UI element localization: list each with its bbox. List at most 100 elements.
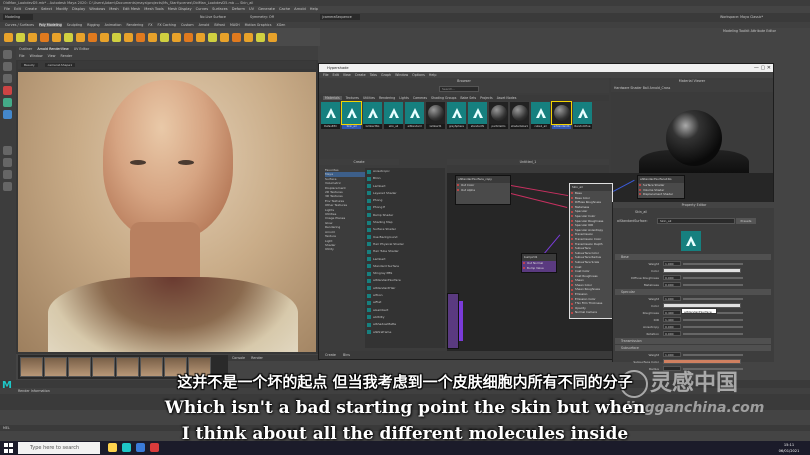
create-category[interactable]: Utility [325,247,365,251]
lasso-tool-icon[interactable] [3,62,12,71]
tab-create[interactable]: Create [325,353,336,357]
section-header-specular[interactable]: Specular [615,289,771,295]
material-swatch[interactable]: lambertSG [363,102,382,130]
menuset-dropdown[interactable]: Modeling [3,14,33,20]
section-header-transmission[interactable]: Transmission [615,338,771,344]
browser-tab[interactable]: Rendering [379,96,395,100]
shelf-tab[interactable]: Sculpting [67,23,82,27]
menu-create[interactable]: Create [25,7,37,11]
maya-taskbar-icon[interactable] [122,443,131,452]
shelf-tool-icon[interactable] [28,32,37,42]
shelf-tab[interactable]: FX Caching [157,23,176,27]
menu-surfaces[interactable]: Surfaces [212,7,228,11]
shelf-tool-icon[interactable] [160,32,169,42]
menu-render[interactable]: Render [61,54,73,58]
shelf-tool-icon[interactable] [232,32,241,42]
menu-windows[interactable]: Windows [89,7,105,11]
shader-item[interactable]: Phong E [365,204,445,211]
attr-slider[interactable] [683,319,743,321]
rotate-tool-icon[interactable] [3,98,12,107]
shading-group-node[interactable]: aiStandardSurface1SG Surface Shader Volu… [637,175,685,199]
tab-render[interactable]: Render [251,356,263,360]
shelf-tool-icon[interactable] [124,32,133,42]
symmetry-label[interactable]: Symmetry: Off [250,14,290,20]
presets-button[interactable]: Presets [736,218,756,224]
shader-item[interactable]: Anisotropic [365,168,445,175]
hs-menu-tabs[interactable]: Tabs [370,73,377,77]
layout-side-icon[interactable] [3,170,12,179]
paint-select-icon[interactable] [3,74,12,83]
layout-four-icon[interactable] [3,158,12,167]
attr-value-field[interactable]: 0.000 [663,275,681,280]
attr-value-field[interactable] [663,359,741,364]
hs-menu-help[interactable]: Help [429,73,437,77]
hs-menu-options[interactable]: Options [412,73,425,77]
shader-item[interactable]: aiToon [365,292,445,299]
shader-item[interactable]: aiFlat [365,299,445,306]
connection-wire[interactable] [613,179,635,192]
shelf-tool-icon[interactable] [136,32,145,42]
file-node[interactable]: aiStandardSurface_copy Out Color Out Alp… [455,175,511,205]
menu-mesh-tools[interactable]: Mesh Tools [144,7,163,11]
menu-generate[interactable]: Generate [258,7,275,11]
layout-outliner-icon[interactable] [3,182,12,191]
shelf-tool-icon[interactable] [88,32,97,42]
shader-item[interactable]: Ramp Shader [365,212,445,219]
material-swatch[interactable]: lambert1 [426,102,445,130]
workspace-label[interactable]: Workspace: Maya Classic* [720,14,800,20]
shelf-tool-icon[interactable] [52,32,61,42]
attr-slider[interactable] [683,263,743,265]
shelf-tool-icon[interactable] [184,32,193,42]
menu-window[interactable]: Window [30,54,43,58]
attr-slider[interactable] [683,333,743,335]
shader-item[interactable]: Layered Shader [365,190,445,197]
hs-menu-create[interactable]: Create [355,73,366,77]
menu-edit[interactable]: Edit [14,7,21,11]
shelf-tab[interactable]: Poly Modeling [38,23,62,27]
shader-item[interactable]: aiStandardSurface [365,277,445,284]
material-swatch[interactable]: aiStandardS [551,101,572,130]
attr-value-field[interactable]: 1.400 [663,317,681,322]
tab-skin-ail[interactable]: Skin_ail [635,209,665,215]
scale-tool-icon[interactable] [3,110,12,119]
shelf-tool-icon[interactable] [220,32,229,42]
camera-dropdown[interactable]: camera1Shape1 [44,63,76,67]
material-swatch[interactable]: cube1_ail [531,102,550,130]
shader-item[interactable]: Phong [365,197,445,204]
taskbar-search-input[interactable]: Type here to search [18,442,100,454]
menu-file[interactable]: File [4,7,10,11]
menu-display[interactable]: Display [72,7,85,11]
shelf-tool-icon[interactable] [100,32,109,42]
menu-mesh-display[interactable]: Mesh Display [168,7,192,11]
attr-value-field[interactable]: 0.400 [663,310,681,315]
shelf-tab[interactable]: MASH [230,23,240,27]
browser-tab[interactable]: Cameras [413,96,427,100]
menu-deform[interactable]: Deform [232,7,245,11]
close-icon[interactable]: — ▢ ✕ [751,64,771,72]
tab-arnold-renderview[interactable]: Arnold RenderView [37,47,68,51]
shelf-tab[interactable]: Bifrost [214,23,225,27]
browser-tab[interactable]: Bake Sets [460,96,476,100]
attr-slider[interactable] [683,284,743,286]
tab-bins[interactable]: Bins [343,353,350,357]
shelf-tool-icon[interactable] [76,32,85,42]
material-swatch[interactable]: aiStandard [405,102,424,130]
shelf-tab[interactable]: Curves / Surfaces [5,23,34,27]
shader-item[interactable]: Stingray PBS [365,270,445,277]
tab-attribute-editor[interactable]: Attribute Editor [751,29,776,33]
attr-slider[interactable] [683,298,743,300]
shelf-tab[interactable]: FX [148,23,152,27]
shader-item[interactable]: aiShadowMatte [365,321,445,328]
shader-item[interactable]: Hair Tube Shader [365,248,445,255]
attr-value-field[interactable]: 1.000 [663,296,681,301]
shader-item[interactable]: Blinn [365,175,445,182]
material-swatch[interactable]: particleClo [489,102,508,130]
shelf-tab[interactable]: Rendering [126,23,143,27]
search-input[interactable]: Search... [439,86,479,92]
material-swatch[interactable]: shaderGlow1 [510,102,529,130]
menu-view[interactable]: View [48,54,56,58]
browser-tab[interactable]: Asset Nodes [497,96,517,100]
menu-select[interactable]: Select [41,7,52,11]
move-tool-icon[interactable] [3,86,12,95]
shelf-tab[interactable]: Motion Graphics [245,23,272,27]
